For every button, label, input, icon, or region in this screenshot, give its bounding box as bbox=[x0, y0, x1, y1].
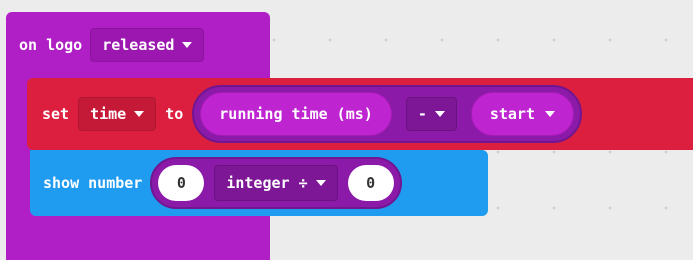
set-label: set bbox=[42, 105, 70, 123]
start-variable-label: start bbox=[489, 105, 535, 123]
set-variable-row: set time to running time (ms) - start bbox=[27, 78, 582, 150]
divide-operator-value: integer ÷ bbox=[226, 174, 308, 192]
minus-operator-block[interactable]: running time (ms) - start bbox=[192, 85, 582, 143]
running-time-reporter[interactable]: running time (ms) bbox=[200, 92, 392, 136]
left-number-input[interactable]: 0 bbox=[158, 165, 205, 201]
variable-value: time bbox=[90, 105, 127, 123]
to-label: to bbox=[165, 105, 184, 123]
operator-dropdown[interactable]: - bbox=[405, 97, 457, 131]
event-label: on logo bbox=[19, 36, 83, 54]
show-number-label: show number bbox=[43, 174, 143, 192]
logo-event-value: released bbox=[102, 36, 175, 54]
event-block-header: on logo released bbox=[6, 12, 205, 78]
show-number-row: show number 0 integer ÷ 0 bbox=[30, 150, 402, 216]
operator-value: - bbox=[417, 105, 427, 123]
running-time-label: running time (ms) bbox=[219, 105, 373, 123]
chevron-down-icon bbox=[315, 180, 326, 186]
chevron-down-icon bbox=[434, 111, 445, 117]
start-variable-reporter[interactable]: start bbox=[470, 92, 574, 136]
right-number-input[interactable]: 0 bbox=[347, 165, 394, 201]
chevron-down-icon bbox=[545, 111, 555, 117]
logo-event-dropdown[interactable]: released bbox=[90, 28, 205, 62]
integer-divide-operator-block[interactable]: 0 integer ÷ 0 bbox=[150, 157, 402, 209]
variable-dropdown[interactable]: time bbox=[78, 97, 157, 131]
divide-operator-dropdown[interactable]: integer ÷ bbox=[214, 165, 338, 201]
chevron-down-icon bbox=[134, 111, 145, 117]
chevron-down-icon bbox=[182, 42, 193, 48]
